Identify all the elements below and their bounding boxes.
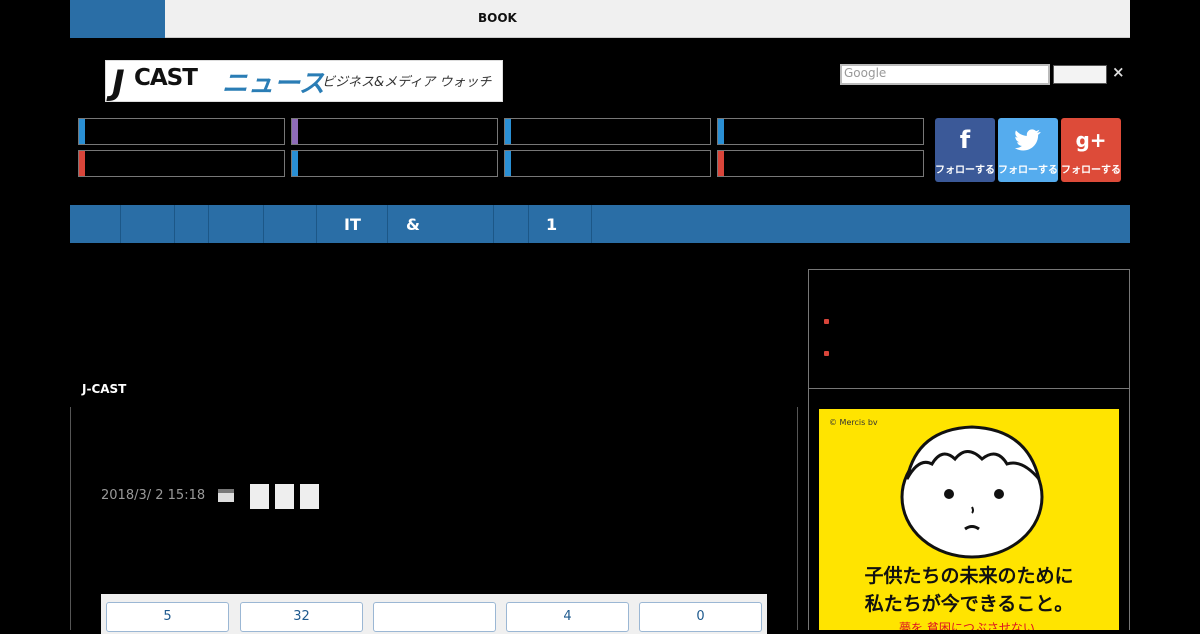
share-button[interactable] — [300, 484, 319, 509]
category-link[interactable] — [504, 150, 711, 177]
share-button[interactable] — [250, 484, 269, 509]
follow-label: フォローする — [1061, 165, 1121, 176]
category-link[interactable] — [78, 118, 285, 145]
share-count[interactable]: 4 — [506, 602, 629, 632]
googleplus-icon: g+ — [1075, 128, 1107, 152]
sidebar-border — [808, 389, 809, 630]
sidebar-ad-banner[interactable]: © Mercis bv 子供たちの未来のために 私たちが今できること。 夢を 貧… — [819, 409, 1119, 630]
bullet-icon — [824, 351, 829, 356]
googleplus-follow-button[interactable]: g+ フォローする — [1061, 118, 1121, 182]
category-link[interactable] — [717, 118, 924, 145]
logo-tagline: ビジネス&メディア ウォッチ — [322, 75, 492, 90]
close-icon[interactable]: × — [1112, 63, 1125, 81]
search-input[interactable]: Google — [840, 64, 1050, 85]
category-stripe — [718, 119, 724, 144]
logo-j: J — [112, 63, 125, 102]
sidebar-news-box — [808, 269, 1130, 389]
nav-separator — [263, 205, 264, 243]
category-stripe — [79, 151, 85, 176]
nav-separator — [316, 205, 317, 243]
ad-credit: © Mercis bv — [829, 418, 878, 427]
facebook-follow-button[interactable]: f フォローする — [935, 118, 995, 182]
category-link[interactable] — [78, 150, 285, 177]
follow-label: フォローする — [998, 165, 1058, 176]
category-stripe — [505, 119, 511, 144]
ad-headline-2: 私たちが今できること。 — [864, 593, 1074, 615]
category-stripe — [292, 151, 298, 176]
category-link[interactable] — [717, 150, 924, 177]
ad-tagline: 夢を 貧困につぶさせない — [899, 621, 1035, 630]
share-count[interactable]: 5 — [106, 602, 229, 632]
share-button[interactable] — [275, 484, 294, 509]
share-stats-bar: 5 32 4 0 — [101, 594, 767, 634]
share-count[interactable]: 32 — [240, 602, 363, 632]
article-border — [797, 407, 798, 630]
nav-item-ranking[interactable]: 1 — [546, 215, 557, 234]
logo-cast: CAST — [134, 65, 198, 91]
nav-separator — [387, 205, 388, 243]
twitter-follow-button[interactable]: フォローする — [998, 118, 1058, 182]
nav-separator — [120, 205, 121, 243]
nav-separator — [591, 205, 592, 243]
category-stripe — [79, 119, 85, 144]
nav-item-amp[interactable]: & — [406, 215, 420, 234]
category-link[interactable] — [291, 150, 498, 177]
top-strip-home-tab[interactable] — [70, 0, 165, 38]
search-button[interactable] — [1053, 65, 1107, 84]
category-stripe — [718, 151, 724, 176]
follow-label: フォローする — [935, 165, 995, 176]
nav-separator — [208, 205, 209, 243]
facebook-icon: f — [959, 126, 971, 154]
sidebar-border — [1129, 389, 1130, 630]
category-stripe — [292, 119, 298, 144]
category-link[interactable] — [291, 118, 498, 145]
ad-headline-1: 子供たちの未来のために — [864, 565, 1074, 587]
book-link[interactable]: BOOK — [478, 11, 517, 25]
site-logo[interactable]: J CAST ニュース ビジネス&メディア ウォッチ — [105, 60, 503, 102]
top-strip: BOOK — [70, 0, 1130, 38]
share-count[interactable]: 0 — [639, 602, 762, 632]
main-nav: IT & 1 — [70, 205, 1130, 243]
bullet-icon — [824, 319, 829, 324]
nav-separator — [174, 205, 175, 243]
child-face-illustration — [900, 425, 1044, 559]
nav-separator — [493, 205, 494, 243]
article-source: J-CAST — [82, 382, 127, 396]
category-link[interactable] — [504, 118, 711, 145]
print-icon[interactable] — [218, 489, 234, 502]
nav-separator — [528, 205, 529, 243]
nav-item-it[interactable]: IT — [344, 215, 361, 234]
category-stripe — [505, 151, 511, 176]
logo-news: ニュース — [222, 69, 325, 99]
article-border — [70, 407, 71, 630]
article-date: 2018/3/ 2 15:18 — [101, 488, 206, 503]
twitter-icon — [998, 125, 1058, 155]
share-count[interactable] — [373, 602, 496, 632]
